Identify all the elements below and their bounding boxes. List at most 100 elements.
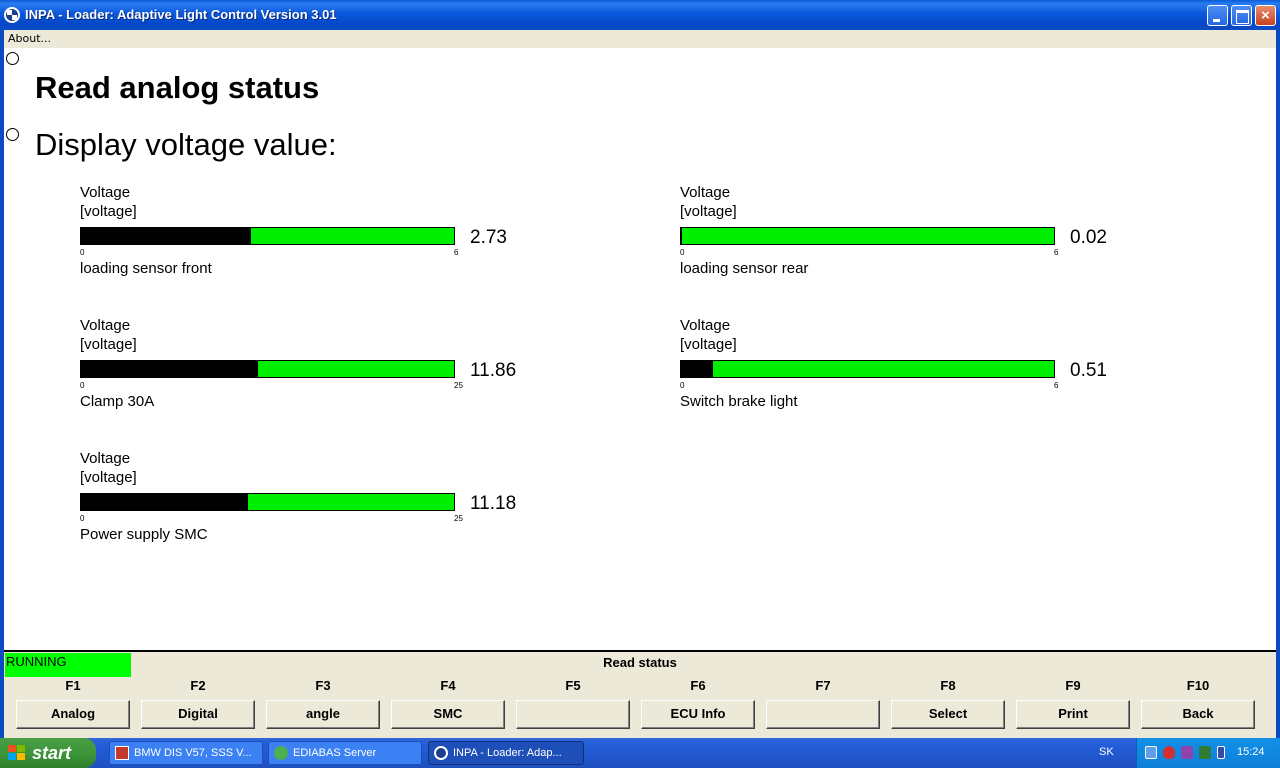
minimize-icon <box>1208 6 1227 25</box>
fkey-label-f5: F5 <box>565 678 581 693</box>
analog-button[interactable]: Analog <box>16 700 130 729</box>
section-title: Display voltage value: <box>35 127 337 162</box>
shield-icon[interactable] <box>1163 746 1175 759</box>
gauge-label: Voltage <box>80 450 131 467</box>
menu-bar: About... <box>0 30 1280 48</box>
task-label: BMW DIS V57, SSS V... <box>134 747 252 759</box>
select-button[interactable]: Select <box>891 700 1005 729</box>
gauge-switch-brake-light: Voltage [voltage] 0 6 0.51 Switch brake … <box>680 317 1140 426</box>
gauge-unit: [voltage] <box>80 203 137 220</box>
windows-logo-icon <box>8 745 26 761</box>
function-panel: RUNNING Read status F1 F2 F3 F4 F5 F6 F7… <box>4 650 1276 738</box>
task-label: INPA - Loader: Adap... <box>453 747 562 759</box>
gauge-bar <box>80 360 455 378</box>
gauge-min: 0 <box>80 381 85 390</box>
gauge-unit: [voltage] <box>680 336 737 353</box>
gauge-loading-sensor-front: Voltage [voltage] 0 6 2.73 loading senso… <box>80 184 540 293</box>
gauge-label: Voltage <box>680 317 731 334</box>
logo-tile <box>17 753 25 760</box>
gauge-max: 6 <box>1054 381 1059 390</box>
logo-tile <box>8 753 16 760</box>
gauge-fill <box>81 361 258 377</box>
print-button[interactable]: Print <box>1016 700 1130 729</box>
clock[interactable]: 15:24 <box>1237 746 1265 758</box>
gauge-unit: [voltage] <box>680 203 737 220</box>
gauge-bar <box>680 360 1055 378</box>
gauge-bar <box>680 227 1055 245</box>
gauge-value: 2.73 <box>470 227 507 248</box>
maximize-button[interactable] <box>1231 5 1252 26</box>
gauge-loading-sensor-rear: Voltage [voltage] 0 6 0.02 loading senso… <box>680 184 1140 293</box>
gauge-unit: [voltage] <box>80 469 137 486</box>
smc-button[interactable]: SMC <box>391 700 505 729</box>
ediabas-icon <box>274 746 288 760</box>
taskbar-item-bmw-dis[interactable]: BMW DIS V57, SSS V... <box>109 741 263 765</box>
taskbar: start BMW DIS V57, SSS V... EDIABAS Serv… <box>0 738 1280 768</box>
close-button[interactable]: × <box>1255 5 1276 26</box>
logo-tile <box>8 745 16 752</box>
gauge-min: 0 <box>80 514 85 523</box>
gauge-value: 0.51 <box>1070 360 1107 381</box>
gauge-max: 6 <box>1054 248 1059 257</box>
gauge-fill <box>681 228 683 244</box>
fkey-label-f3: F3 <box>315 678 331 693</box>
gauge-caption: Power supply SMC <box>80 526 208 543</box>
bmw-logo-icon <box>434 746 448 760</box>
fkey-label-f9: F9 <box>1065 678 1081 693</box>
network-icon[interactable] <box>1145 746 1157 759</box>
ecu-info-button[interactable]: ECU Info <box>641 700 755 729</box>
fkey-label-f1: F1 <box>65 678 81 693</box>
gauge-caption: loading sensor rear <box>680 260 809 277</box>
gauge-unit: [voltage] <box>80 336 137 353</box>
gauge-caption: Clamp 30A <box>80 393 155 410</box>
gauge-fill <box>681 361 713 377</box>
digital-button[interactable]: Digital <box>141 700 255 729</box>
minimize-button[interactable] <box>1207 5 1228 26</box>
angle-button[interactable]: angle <box>266 700 380 729</box>
gauge-clamp-30a: Voltage [voltage] 0 25 11.86 Clamp 30A <box>80 317 540 426</box>
gauge-caption: Switch brake light <box>680 393 798 410</box>
flag-icon[interactable] <box>1181 746 1193 759</box>
window-title: INPA - Loader: Adaptive Light Control Ve… <box>25 7 337 22</box>
gauge-caption: loading sensor front <box>80 260 212 277</box>
start-label: start <box>32 743 72 763</box>
gauge-min: 0 <box>80 248 85 257</box>
gauge-max: 25 <box>454 381 463 390</box>
taskbar-item-inpa[interactable]: INPA - Loader: Adap... <box>428 741 584 765</box>
speaker-icon[interactable] <box>1199 746 1211 759</box>
maximize-icon <box>1232 6 1251 25</box>
radio-display-voltage[interactable] <box>6 128 19 141</box>
fkey-label-f4: F4 <box>440 678 456 693</box>
start-button[interactable]: start <box>0 738 96 768</box>
logo-tile <box>17 745 25 752</box>
gauge-max: 25 <box>454 514 463 523</box>
fkey-label-f10: F10 <box>1186 678 1210 693</box>
page-title: Read analog status <box>35 70 320 105</box>
pdf-icon <box>115 746 129 760</box>
gauge-bar <box>80 227 455 245</box>
gauge-value: 11.18 <box>470 493 517 514</box>
close-icon: × <box>1261 7 1270 24</box>
radio-read-analog[interactable] <box>6 52 19 65</box>
bmw-logo-icon[interactable] <box>4 7 20 23</box>
language-indicator[interactable]: SK <box>1099 746 1114 758</box>
fkey-label-f8: F8 <box>940 678 956 693</box>
f7-button[interactable] <box>766 700 880 729</box>
fkey-label-f7: F7 <box>815 678 831 693</box>
battery-icon[interactable] <box>1217 746 1225 759</box>
fkey-label-f2: F2 <box>190 678 206 693</box>
taskbar-item-ediabas[interactable]: EDIABAS Server <box>268 741 422 765</box>
gauge-max: 6 <box>454 248 459 257</box>
f5-button[interactable] <box>516 700 630 729</box>
task-label: EDIABAS Server <box>293 747 377 759</box>
gauge-value: 0.02 <box>1070 227 1107 248</box>
gauge-value: 11.86 <box>470 360 517 381</box>
gauge-min: 0 <box>680 248 685 257</box>
menu-about[interactable]: About... <box>8 32 51 45</box>
back-button[interactable]: Back <box>1141 700 1255 729</box>
gauge-power-supply-smc: Voltage [voltage] 0 25 11.18 Power suppl… <box>80 450 540 559</box>
title-bar[interactable]: INPA - Loader: Adaptive Light Control Ve… <box>0 0 1280 30</box>
gauge-bar <box>80 493 455 511</box>
gauge-fill <box>81 228 251 244</box>
fkey-label-f6: F6 <box>690 678 706 693</box>
